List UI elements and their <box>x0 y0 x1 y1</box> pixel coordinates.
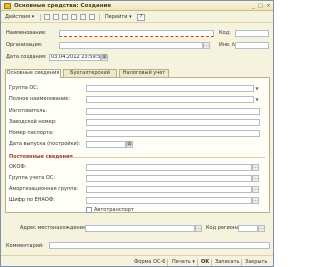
calendar-icon[interactable]: ▦ <box>126 141 133 148</box>
delete-icon[interactable] <box>62 14 68 20</box>
comment-field[interactable] <box>49 242 270 249</box>
creation-date-field[interactable]: 03.04.2012 23:59:59 <box>49 54 101 61</box>
status-bar: Форма ОС-6 Печать ▾ OK Записать Закрыть <box>1 255 273 266</box>
okof-select-button[interactable]: … <box>252 164 259 171</box>
section-divider <box>69 157 265 158</box>
permanent-info-heading: Постоянные сведения <box>9 154 73 160</box>
status-separator <box>167 259 168 266</box>
tab-accounting[interactable]: Бухгалтерский учет <box>63 69 117 83</box>
title-bar: Основные средства: Создание _ □ × <box>1 1 273 11</box>
passport-number-label: Номер паспорта: <box>9 130 54 136</box>
depreciation-group-label: Амортизационная группа: <box>9 186 79 192</box>
organization-field[interactable] <box>59 42 203 49</box>
close-button[interactable]: × <box>265 3 272 9</box>
organization-label: Организация: <box>6 42 43 48</box>
tab-bar: Основные сведения Бухгалтерский учет Нал… <box>5 69 270 83</box>
toolbar: Действия ▾ Перейти ▾ ? <box>1 12 273 23</box>
chevron-down-icon: ▾ <box>129 14 132 20</box>
manufacturer-label: Изготовитель: <box>9 108 48 114</box>
code-field[interactable] <box>235 30 269 37</box>
status-separator <box>241 259 242 266</box>
save-button[interactable]: Записать <box>215 259 239 266</box>
tab-panel: Группа ОС: ▼ Полное наименование: ▼ Изго… <box>5 77 270 213</box>
address-label: Адрес местонахождения: <box>20 225 88 231</box>
serial-number-label: Заводской номер: <box>9 119 57 125</box>
vehicle-checkbox-label: Автотранспорт <box>94 207 134 213</box>
creation-date-label: Дата создания: <box>6 54 47 60</box>
toolbar-separator <box>99 14 100 21</box>
name-field[interactable] <box>59 30 214 37</box>
address-field[interactable] <box>85 225 195 232</box>
region-code-select-button[interactable]: … <box>258 225 265 232</box>
asset-group-label: Группа ОС: <box>9 85 39 91</box>
release-date-field[interactable] <box>86 141 126 148</box>
close-form-button[interactable]: Закрыть <box>245 259 267 266</box>
calendar-icon[interactable]: ▦ <box>101 54 108 61</box>
minimize-button[interactable]: _ <box>250 3 257 9</box>
code-label: Код: <box>219 30 231 36</box>
okof-field[interactable] <box>86 164 252 171</box>
refresh-icon[interactable] <box>71 14 77 20</box>
account-group-label: Группа учета ОС: <box>9 175 56 181</box>
chevron-down-icon[interactable]: ▼ <box>254 96 260 103</box>
region-code-field[interactable] <box>238 225 258 232</box>
go-label: Перейти <box>105 14 128 20</box>
account-group-select-button[interactable]: … <box>252 175 259 182</box>
document-icon <box>4 3 11 9</box>
asset-group-field[interactable] <box>86 85 254 92</box>
structure-icon[interactable] <box>80 14 86 20</box>
address-select-button[interactable]: … <box>195 225 202 232</box>
maximize-button[interactable]: □ <box>257 3 264 9</box>
enaof-code-field[interactable] <box>86 197 252 204</box>
tab-tax-accounting[interactable]: Налоговый учет <box>119 69 169 77</box>
go-menu[interactable]: Перейти ▾ <box>105 14 132 21</box>
document-window: Основные средства: Создание _ □ × Действ… <box>0 0 274 267</box>
comment-label: Комментарий: <box>6 243 44 249</box>
status-separator <box>197 259 198 266</box>
form-os6-button[interactable]: Форма ОС-6 <box>134 259 165 266</box>
full-name-label: Полное наименование: <box>9 96 71 102</box>
chevron-down-icon[interactable]: ▼ <box>254 85 260 92</box>
inventory-number-field[interactable] <box>235 42 269 49</box>
window-title: Основные средства: Создание <box>14 3 112 9</box>
toolbar-separator <box>40 14 41 21</box>
account-group-field[interactable] <box>86 175 252 182</box>
passport-number-field[interactable] <box>86 130 260 137</box>
report-icon[interactable] <box>89 14 95 20</box>
actions-menu[interactable]: Действия ▾ <box>5 14 34 21</box>
okof-label: ОКОФ: <box>9 164 27 170</box>
manufacturer-field[interactable] <box>86 108 260 115</box>
chevron-down-icon: ▾ <box>31 14 35 20</box>
actions-label: Действия <box>5 14 31 20</box>
organization-select-button[interactable]: … <box>203 42 210 49</box>
vehicle-checkbox[interactable] <box>86 207 92 213</box>
depreciation-group-select-button[interactable]: … <box>252 186 259 193</box>
edit-icon[interactable] <box>53 14 59 20</box>
release-date-label: Дата выпуска (постройки): <box>9 141 81 147</box>
copy-icon[interactable] <box>44 14 50 20</box>
depreciation-group-field[interactable] <box>86 186 252 193</box>
help-button[interactable]: ? <box>137 14 145 21</box>
print-menu[interactable]: Печать ▾ <box>172 259 195 266</box>
region-code-label: Код региона: <box>206 225 241 231</box>
status-separator <box>211 259 212 266</box>
enaof-code-label: Шифр по ЕНАОФ: <box>9 197 55 203</box>
print-label: Печать <box>172 259 191 265</box>
chevron-down-icon: ▾ <box>192 259 195 265</box>
ok-button[interactable]: OK <box>201 259 209 266</box>
tab-basic-info[interactable]: Основные сведения <box>5 69 61 78</box>
full-name-field[interactable] <box>86 96 254 103</box>
enaof-select-button[interactable]: … <box>252 197 259 204</box>
name-label: Наименование: <box>6 30 47 36</box>
serial-number-field[interactable] <box>86 119 260 126</box>
